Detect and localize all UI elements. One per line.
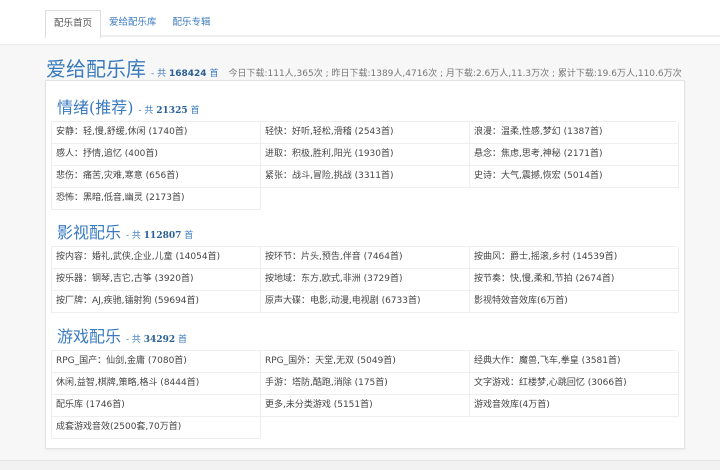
category-link[interactable]: 悬念：焦虑,思考,神秘 (2171首) <box>470 144 679 166</box>
total-number: 21325 <box>156 106 188 116</box>
category-panel: 情绪(推荐) - 共 21325 首安静：轻,慢,舒缓,休闲 (1740首) 轻快：… <box>45 80 685 449</box>
total-count: - 共 168424 首 <box>151 66 218 79</box>
total-number: 34292 <box>143 335 176 345</box>
tab-bar: 配乐首页 爱给配乐库 配乐专辑 <box>45 10 720 39</box>
tab-library[interactable]: 爱给配乐库 <box>101 10 165 37</box>
section-game: 游戏配乐 - 共 34292 首 RPG_国产：仙剑,金庸 (7080首) RPG_国… <box>51 324 679 439</box>
total-number: 112807 <box>143 231 182 241</box>
section-total: - 共 21325 首 <box>139 98 200 124</box>
category-link[interactable]: 史诗：大气,震撼,恢宏 (5014首) <box>470 166 679 188</box>
section-title[interactable]: 情绪(推荐) - 共 21325 首 <box>51 95 676 121</box>
category-link[interactable]: 影视特效音效库(6万首) <box>470 291 679 313</box>
page-title: 爱给配乐库 <box>46 57 146 81</box>
category-link[interactable]: 手游：塔防,酷跑,消除 (175首) <box>261 373 470 395</box>
category-link[interactable]: 成套游戏音效(2500套,70万首) <box>52 417 261 439</box>
total-suffix: 首 <box>209 69 219 79</box>
total-suffix: 首 <box>184 231 194 241</box>
category-link[interactable]: 按曲风：爵士,摇滚,乡村 (14539首) <box>470 247 679 269</box>
category-link[interactable]: 悲伤：痛苦,灾难,寒意 (656首) <box>52 166 261 188</box>
category-grid: RPG_国产：仙剑,金庸 (7080首) RPG_国外：天堂,无双 (5049首)… <box>51 350 679 439</box>
category-link[interactable]: 感人：抒情,追忆 (400首) <box>52 144 261 166</box>
category-link[interactable]: 恐怖：黑暗,低音,幽灵 (2173首) <box>52 188 261 210</box>
tab-home[interactable]: 配乐首页 <box>45 10 102 39</box>
category-link[interactable]: 轻快：好听,轻松,滑稽 (2543首) <box>261 122 470 144</box>
category-link[interactable]: 原声大碟：电影,动漫,电视剧 (6733首) <box>261 291 470 313</box>
empty-cell <box>470 188 679 210</box>
category-link[interactable]: 按内容：婚礼,武侠,企业,儿童 (14054首) <box>52 247 261 269</box>
tab-albums[interactable]: 配乐专辑 <box>165 10 219 37</box>
empty-cell <box>470 417 679 439</box>
empty-cell <box>261 188 470 210</box>
total-number: 168424 <box>168 69 207 79</box>
category-link[interactable]: RPG_国外：天堂,无双 (5049首) <box>261 351 470 373</box>
section-title-text[interactable]: 游戏配乐 <box>57 324 121 350</box>
empty-cell <box>261 417 470 439</box>
category-link[interactable]: 休闲,益智,棋牌,策略,格斗 (8444首) <box>52 373 261 395</box>
category-grid: 按内容：婚礼,武侠,企业,儿童 (14054首) 按环节：片头,预告,伴音 (74… <box>51 246 679 313</box>
category-link[interactable]: 紧张：战斗,冒险,挑战 (3311首) <box>261 166 470 188</box>
category-link[interactable]: 更多,未分类游戏 (5151首) <box>261 395 470 417</box>
total-prefix: - 共 <box>126 231 141 241</box>
section-title-text[interactable]: 影视配乐 <box>57 220 121 246</box>
section-film: 影视配乐 - 共 112807 首按内容：婚礼,武侠,企业,儿童 (14054首)… <box>51 220 679 313</box>
category-link[interactable]: 文字游戏：红楼梦,心跳回忆 (3066首) <box>470 373 679 395</box>
total-prefix: - 共 <box>151 69 167 79</box>
category-link[interactable]: 安静：轻,慢,舒缓,休闲 (1740首) <box>52 122 261 144</box>
download-stats: 今日下载:111人,365次 ; 昨日下载:1389人,4716次 ; 月下载:… <box>228 69 682 79</box>
total-suffix: 首 <box>190 106 200 116</box>
page-header: 爱给配乐库 - 共 168424 首 今日下载:111人,365次 ; 昨日下载… <box>46 53 682 82</box>
footer-band <box>0 460 720 470</box>
section-title-text[interactable]: 情绪(推荐) <box>57 95 134 121</box>
category-link[interactable]: 按地域：东方,欧式,非洲 (3729首) <box>261 269 470 291</box>
section-title[interactable]: 影视配乐 - 共 112807 首 <box>51 220 676 246</box>
section-total: - 共 112807 首 <box>126 223 193 249</box>
category-link[interactable]: 按乐器：钢琴,吉它,古筝 (3920首) <box>52 269 261 291</box>
category-grid: 安静：轻,慢,舒缓,休闲 (1740首) 轻快：好听,轻松,滑稽 (2543首) 浪… <box>51 121 679 210</box>
category-link[interactable]: 按环节：片头,预告,伴音 (7464首) <box>261 247 470 269</box>
section-total: - 共 34292 首 <box>126 327 187 353</box>
category-link[interactable]: 经典大作：魔兽,飞车,拳皇 (3581首) <box>470 351 679 373</box>
total-prefix: - 共 <box>126 335 141 345</box>
category-link[interactable]: RPG_国产：仙剑,金庸 (7080首) <box>52 351 261 373</box>
category-link[interactable]: 游戏音效库(4万首) <box>470 395 679 417</box>
category-link[interactable]: 配乐库 (1746首) <box>52 395 261 417</box>
section-title[interactable]: 游戏配乐 - 共 34292 首 <box>51 324 676 350</box>
total-prefix: - 共 <box>138 106 154 116</box>
total-suffix: 首 <box>177 335 187 345</box>
category-link[interactable]: 进取：积极,胜利,阳光 (1930首) <box>261 144 470 166</box>
category-link[interactable]: 按厂牌：AJ,疾驰,镭射狗 (59694首) <box>52 291 261 313</box>
section-emotion: 情绪(推荐) - 共 21325 首安静：轻,慢,舒缓,休闲 (1740首) 轻快：… <box>51 95 679 210</box>
category-link[interactable]: 按节奏：快,慢,柔和,节拍 (2674首) <box>470 269 679 291</box>
category-link[interactable]: 浪漫：温柔,性感,梦幻 (1387首) <box>470 122 679 144</box>
